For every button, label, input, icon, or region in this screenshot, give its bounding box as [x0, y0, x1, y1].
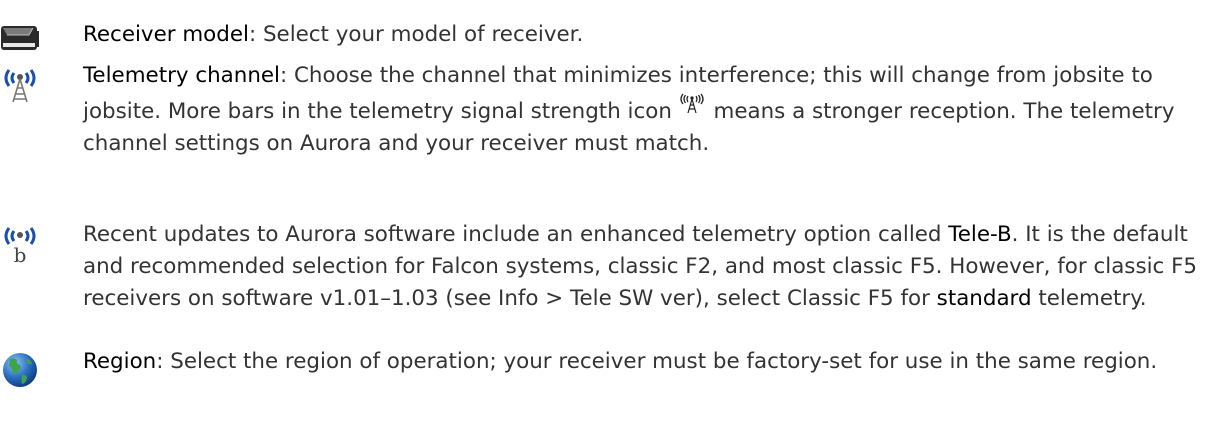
receiver-model-term: Receiver model [83, 22, 249, 47]
tele-b-term: Tele-B [948, 222, 1012, 247]
standard-emphasis: standard [936, 286, 1032, 311]
tele-b-icon: b [0, 225, 40, 269]
receiver-icon [0, 25, 40, 55]
telemetry-channel-text: Telemetry channel: Choose the channel th… [83, 60, 1208, 160]
region-term: Region [83, 349, 157, 374]
telemetry-signal-strength-icon [679, 92, 705, 114]
globe-icon [0, 350, 40, 394]
tele-b-description-part1: Recent updates to Aurora software includ… [83, 222, 949, 247]
region-text: Region: Select the region of operation; … [83, 346, 1208, 378]
receiver-model-text: Receiver model: Select your model of rec… [83, 19, 1208, 51]
telemetry-channel-term: Telemetry channel [83, 63, 280, 88]
tele-b-text: Recent updates to Aurora software includ… [83, 219, 1208, 315]
region-description: : Select the region of operation; your r… [156, 349, 1158, 374]
help-document: Receiver model: Select your model of rec… [0, 0, 1221, 427]
telemetry-antenna-icon [0, 66, 40, 108]
svg-text:b: b [14, 243, 27, 265]
receiver-model-description: : Select your model of receiver. [248, 22, 584, 47]
tele-b-description-part3: telemetry. [1031, 286, 1147, 311]
